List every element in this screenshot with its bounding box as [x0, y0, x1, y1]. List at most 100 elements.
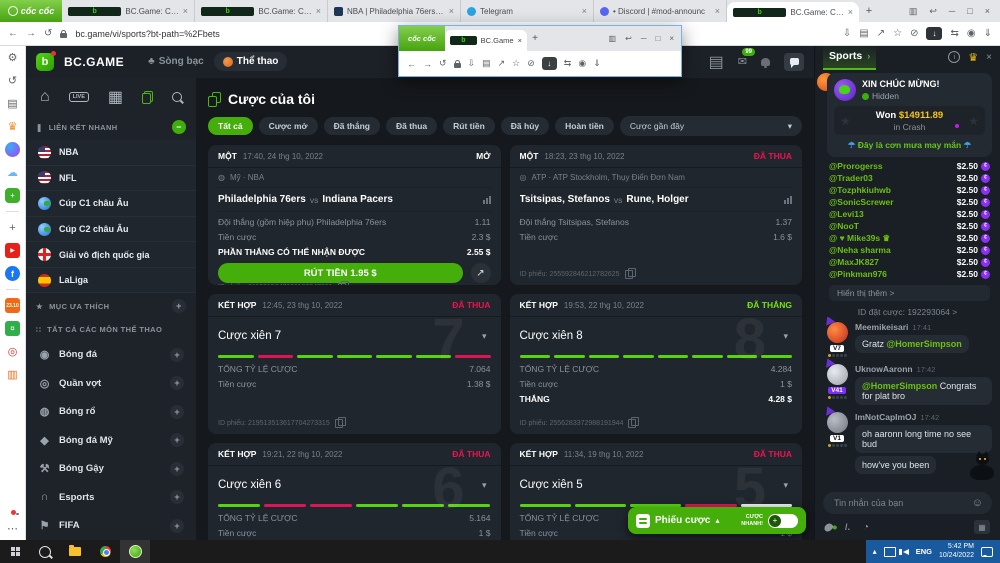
quick-bet-toggle[interactable]: +	[768, 514, 798, 528]
bet-card-parlay-7[interactable]: KẾT HỢP 12:45, 23 thg 10, 2022 ĐÃ THUA C…	[208, 294, 501, 434]
copy-icon[interactable]	[628, 419, 636, 428]
filter-cancelled[interactable]: Đã hủy	[501, 117, 549, 135]
maximize-button[interactable]: □	[655, 34, 660, 43]
start-button[interactable]	[0, 540, 30, 563]
rain-row[interactable]: @Levi13$2.50¢	[829, 208, 990, 220]
rain-row[interactable]: @Prorogerss$2.50¢	[829, 160, 990, 172]
stats-icon[interactable]	[483, 196, 491, 204]
search-tabs-icon[interactable]: ▥	[609, 34, 617, 43]
download-page-icon[interactable]: ⇩	[843, 28, 851, 39]
winner-avatar[interactable]	[834, 79, 856, 101]
commands-icon[interactable]: /.	[845, 522, 850, 532]
my-bets-icon[interactable]	[142, 91, 153, 104]
avatar[interactable]	[827, 322, 848, 343]
popup-browser-window[interactable]: cốc cốc bBC.Game× + ▥ ↩ ─ □ × ← → ↺ ⇩ ▤ …	[398, 25, 682, 77]
share-icon[interactable]: ↗	[498, 58, 506, 69]
rain-username[interactable]: @Trader03	[829, 173, 873, 183]
sale-calendar-icon[interactable]: 23.10	[5, 298, 20, 313]
parlay-title-row[interactable]: Cược xiên 77▾	[218, 317, 491, 355]
chevron-down-icon[interactable]: ▾	[783, 480, 788, 491]
save-icon[interactable]: ⇓	[984, 28, 992, 39]
action-center-icon[interactable]	[981, 547, 993, 557]
sort-dropdown[interactable]: Cược gần đây▾	[620, 116, 802, 136]
filter-lost[interactable]: Đã thua	[386, 117, 437, 135]
sidebar-item-fifa[interactable]: ⚑FIFA+	[26, 511, 196, 540]
reload-icon[interactable]: ↺	[44, 28, 52, 39]
new-tab-button[interactable]: +	[859, 0, 879, 22]
sync-icon[interactable]: ⇆	[950, 28, 958, 39]
live-badge[interactable]: LIVE	[69, 92, 89, 102]
new-tab-button[interactable]: +	[527, 33, 543, 44]
parlay-title-row[interactable]: Cược xiên 66▾	[218, 466, 491, 504]
copy-icon[interactable]	[625, 270, 633, 279]
settings-icon[interactable]: ⚙	[5, 50, 20, 65]
message-bubble[interactable]: Gratz @HomerSimpson	[855, 335, 969, 353]
minimize-button[interactable]: ─	[641, 34, 647, 43]
sidebar-item-basketball[interactable]: ◍Bóng rổ+	[26, 397, 196, 426]
rain-row[interactable]: @MaxJK827$2.50¢	[829, 256, 990, 268]
url-text[interactable]: bc.game/vi/sports?bt-path=%2Fbets	[75, 29, 219, 39]
darts-icon[interactable]: ◎	[5, 344, 20, 359]
trophy-icon[interactable]: ♛	[968, 51, 978, 64]
minimize-button[interactable]: ─	[949, 6, 955, 16]
search-icon[interactable]	[172, 92, 182, 102]
rain-feature-icon[interactable]	[823, 521, 834, 532]
message-bubble[interactable]: @HomerSimpson Congrats for plat bro	[855, 377, 992, 405]
close-button[interactable]: ×	[985, 6, 990, 16]
expand-icon[interactable]: +	[170, 519, 184, 533]
bet-card-parlay-8[interactable]: KẾT HỢP 19:53, 22 thg 10, 2022 ĐÃ THẮNG …	[510, 294, 803, 434]
maximize-button[interactable]: □	[967, 6, 972, 16]
chat-bet-id[interactable]: ID đặt cược: 192293064 >	[815, 307, 1000, 317]
back-icon[interactable]: ←	[407, 59, 416, 69]
youtube-icon[interactable]: ▶	[5, 243, 20, 258]
sync-icon[interactable]: ⇆	[564, 58, 572, 69]
match-row[interactable]: Philadelphia 76ersvsIndiana Pacers	[218, 188, 491, 212]
chevron-down-icon[interactable]: ▾	[783, 331, 788, 342]
winner-user[interactable]: Hidden	[862, 91, 939, 101]
betslip-button[interactable]: Phiếu cược ▴ CƯỢCNHANH! +	[628, 507, 806, 534]
more-icon[interactable]: ⋯	[5, 521, 20, 536]
message-author[interactable]: ImNotCapImOJ17:42	[855, 412, 992, 422]
bcgame-logo-text[interactable]: BC.GAME	[64, 55, 124, 69]
rain-row[interactable]: @Trader03$2.50¢	[829, 172, 990, 184]
reload-icon[interactable]: ↺	[439, 58, 447, 69]
close-button[interactable]: ×	[669, 34, 674, 43]
show-more-button[interactable]: Hiển thị thêm >	[829, 285, 990, 301]
chat-toggle-button[interactable]	[784, 53, 804, 71]
forward-icon[interactable]: →	[26, 28, 36, 39]
coccoc-logo[interactable]: cốc cốc	[0, 0, 62, 22]
clock[interactable]: 5:42 PM10/24/2022	[939, 543, 974, 561]
mention[interactable]: @HomerSimpson	[887, 339, 962, 349]
filter-won[interactable]: Đã thắng	[324, 117, 380, 135]
tab-close-icon[interactable]: ×	[848, 7, 853, 17]
info-icon[interactable]: i	[948, 51, 960, 63]
alerts-bell-icon[interactable]	[761, 58, 770, 66]
nav-casino[interactable]: ♣Sòng bạc	[148, 56, 204, 67]
chat-channel-sports[interactable]: Sports›	[823, 45, 876, 70]
copy-icon[interactable]	[335, 419, 343, 428]
adblock-icon[interactable]: ⊘	[527, 58, 535, 69]
message-bubble[interactable]: how've you been	[855, 456, 936, 474]
bet-card-parlay-6[interactable]: KẾT HỢP 19:21, 22 thg 10, 2022 ĐÃ THUA C…	[208, 443, 501, 540]
sidebar-item-national-league[interactable]: Giải vô địch quốc gia	[26, 242, 196, 268]
restore-tab-icon[interactable]: ↩	[929, 6, 937, 17]
save-icon[interactable]: ⇓	[593, 58, 601, 69]
close-chat-icon[interactable]: ×	[986, 52, 992, 63]
collections-icon[interactable]: ▤	[482, 58, 491, 69]
rain-username[interactable]: @Tozphkiuhwb	[829, 185, 891, 195]
tab-close-icon[interactable]: ×	[316, 6, 321, 16]
rewards-crown-icon[interactable]: ♛	[5, 119, 20, 134]
network-icon[interactable]	[884, 547, 896, 557]
language-indicator[interactable]: ENG	[916, 547, 932, 556]
downloads-button[interactable]: ↓	[926, 27, 942, 40]
chrome-app[interactable]	[90, 540, 120, 563]
filter-cashout[interactable]: Rút tiền	[443, 117, 495, 135]
sidebar-item-american-football[interactable]: ◆Bóng đá Mỹ+	[26, 426, 196, 455]
reading-list-icon[interactable]: ▤	[5, 96, 20, 111]
rain-username[interactable]: @SonicScrewer	[829, 197, 894, 207]
back-icon[interactable]: ←	[8, 28, 18, 39]
weather-icon[interactable]: ☁	[5, 165, 20, 180]
gif-button[interactable]: ▦	[974, 520, 990, 534]
shop-icon[interactable]: ¤	[5, 321, 20, 336]
copy-icon[interactable]	[338, 283, 346, 285]
